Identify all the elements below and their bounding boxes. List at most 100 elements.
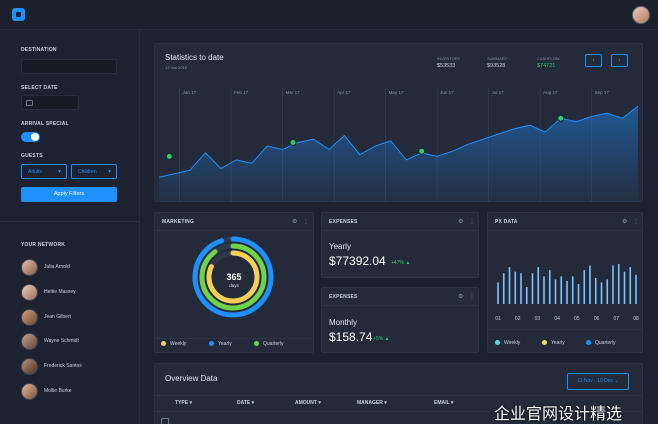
summary-value: $93528 <box>487 63 506 69</box>
chevron-down-icon: ▼ <box>57 169 62 175</box>
arrival-special-toggle[interactable] <box>21 132 40 142</box>
marketing-title: MARKETING <box>162 219 195 225</box>
bar <box>497 282 499 304</box>
column-header-amount[interactable]: AMOUNT ▾ <box>295 400 321 406</box>
more-icon[interactable]: ⋮ <box>303 218 309 225</box>
next-button[interactable]: › <box>611 54 628 67</box>
bar <box>560 276 563 304</box>
network-name: Hettie Massey <box>44 289 76 295</box>
date-input[interactable] <box>21 95 79 110</box>
avatar <box>21 383 38 400</box>
legend-quarterly: Quarterly <box>586 340 616 346</box>
panel-divider <box>488 230 642 231</box>
bar <box>577 284 580 304</box>
gear-icon[interactable]: ⚙ <box>622 218 627 225</box>
x-tick-label: 05 <box>574 316 580 322</box>
panel-divider <box>322 230 478 231</box>
panel-divider <box>155 230 313 231</box>
column-label: MANAGER <box>357 400 383 406</box>
column-header-date[interactable]: DATE ▾ <box>237 400 254 406</box>
bar <box>566 280 568 304</box>
x-tick-label: Apr 17 <box>337 90 351 95</box>
bar <box>502 273 505 304</box>
gear-icon[interactable]: ⚙ <box>292 218 297 225</box>
panel-divider <box>488 329 642 330</box>
bar <box>543 276 545 304</box>
legend-label: Quarterly <box>595 340 616 346</box>
guests-label: GUESTS <box>21 153 43 159</box>
avatar <box>21 284 38 301</box>
gear-icon[interactable]: ⚙ <box>458 218 463 225</box>
expenses-period: Monthly <box>329 318 358 327</box>
expenses-value: $77392.04 <box>329 254 386 268</box>
gear-icon[interactable]: ⚙ <box>458 293 463 300</box>
children-select[interactable]: Children ▼ <box>71 164 117 179</box>
more-icon[interactable]: ⋮ <box>469 218 475 225</box>
logo-icon[interactable] <box>12 8 25 21</box>
bar <box>525 287 528 304</box>
column-header-type[interactable]: TYPE ▾ <box>175 400 192 406</box>
avatar <box>21 259 38 276</box>
bar <box>589 265 591 304</box>
children-value: Children <box>78 169 97 175</box>
bar <box>635 274 637 304</box>
column-header-email[interactable]: EMAIL ▾ <box>434 400 453 406</box>
column-header-manager[interactable]: MANAGER ▾ <box>357 400 387 406</box>
calendar-icon <box>26 100 33 106</box>
change-text: +5% <box>373 336 384 342</box>
date-range-text: 11 Nov - 10 Dec <box>577 378 614 384</box>
bar <box>514 271 517 304</box>
x-tick-label: 02 <box>515 316 521 322</box>
network-name: Frederick Santos <box>44 363 82 369</box>
more-icon[interactable]: ⋮ <box>633 218 639 225</box>
legend-label: Yearly <box>551 340 565 346</box>
avatar <box>21 358 38 375</box>
row-checkbox[interactable] <box>161 418 169 424</box>
panel-divider <box>155 338 313 339</box>
arrival-special-label: ARRIVAL SPECIAL <box>21 121 69 127</box>
more-icon[interactable]: ⋮ <box>469 293 475 300</box>
adults-select[interactable]: Adults ▼ <box>21 164 67 179</box>
user-avatar[interactable] <box>632 6 650 24</box>
expenses-period: Yearly <box>329 242 351 251</box>
sidebar-divider <box>0 221 140 222</box>
overview-title: Overview Data <box>165 374 218 383</box>
avatar <box>21 333 38 350</box>
legend-yearly: Yearly <box>542 340 565 346</box>
inventory-value: $53533 <box>437 63 456 69</box>
table-divider <box>155 395 642 396</box>
apply-filters-button[interactable]: Apply Filters <box>21 187 117 202</box>
x-tick-label: Sep 17 <box>595 90 610 95</box>
bar <box>520 273 522 304</box>
px-data-bar-chart: 01 02 03 04 05 06 07 08 <box>495 264 639 322</box>
network-name: Wayne Schmidt <box>44 338 79 344</box>
prev-button[interactable]: ‹ <box>585 54 602 67</box>
x-tick-label: 01 <box>495 316 501 322</box>
x-tick-label: Jun 17 <box>440 90 454 95</box>
expenses-monthly-panel: EXPENSES ⚙ ⋮ Monthly $158.74 +5% ▲ <box>321 287 479 353</box>
date-range-button[interactable]: 11 Nov - 10 Dec ⌄ <box>567 373 629 390</box>
bar <box>600 282 603 304</box>
legend-dot <box>209 341 214 346</box>
statistics-date: 12 Jan 2018 <box>165 65 188 70</box>
legend-label: Yearly <box>218 341 232 347</box>
bar <box>617 264 620 304</box>
destination-input[interactable] <box>21 59 117 74</box>
legend-yearly: Yearly <box>209 341 232 347</box>
legend-dot <box>161 341 166 346</box>
bar <box>571 276 574 304</box>
cashflow-value: $74721 <box>537 63 556 69</box>
bar <box>629 267 632 304</box>
donut-center-label: days <box>229 283 239 288</box>
network-name: Jean Gilbert <box>44 314 71 320</box>
change-text: +47% <box>391 260 404 266</box>
your-network-label: YOUR NETWORK <box>21 242 66 248</box>
bar <box>554 279 557 304</box>
summary-label: SUMMARY <box>487 56 508 61</box>
x-tick-label: Aug 17 <box>543 90 558 95</box>
expenses-title: EXPENSES <box>329 294 358 300</box>
x-tick-label: Mar 17 <box>286 90 301 95</box>
px-data-title: PX DATA <box>495 219 518 225</box>
network-name: Mollie Burke <box>44 388 72 394</box>
legend-label: Weekly <box>170 341 187 347</box>
